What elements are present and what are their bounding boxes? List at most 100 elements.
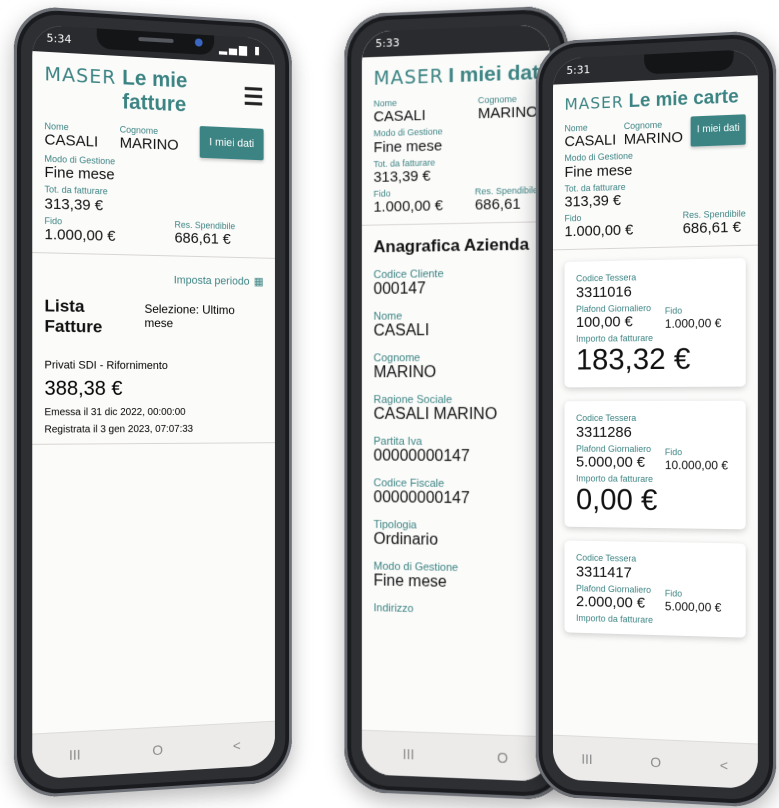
my-data-button[interactable]: I miei dati bbox=[199, 125, 264, 161]
anagrafica-item: Modo di Gestione Fine mese bbox=[374, 561, 538, 594]
anagrafica-item: Indirizzo bbox=[374, 603, 538, 619]
speaker bbox=[138, 36, 174, 44]
field-label: Partita Iva bbox=[373, 436, 422, 449]
anagrafica-item: Cognome MARINO bbox=[374, 352, 538, 383]
back-icon[interactable]: < bbox=[720, 757, 728, 774]
phone-invoices: 5:34 ▂▄▆ ▮ MASER Le mie fatture ☰ Nome C… bbox=[13, 4, 292, 800]
fido-value: 1.000,00 € bbox=[373, 197, 444, 217]
android-nav-bar: III O bbox=[361, 729, 551, 782]
cognome-value: MARINO bbox=[477, 103, 538, 123]
field-value: CASALI MARINO bbox=[373, 406, 498, 424]
fido-value: 5.000,00 € bbox=[664, 599, 722, 615]
anagrafica-title: Anagrafica Azienda bbox=[373, 235, 530, 257]
field-label: Ragione Sociale bbox=[373, 394, 453, 407]
field-value: MARINO bbox=[373, 364, 437, 382]
importo-label: Importo da fatturare bbox=[576, 613, 654, 626]
field-value: 000147 bbox=[373, 280, 426, 299]
anagrafica-item: Ragione Sociale CASALI MARINO bbox=[374, 394, 538, 424]
res-value: 686,61 € bbox=[174, 229, 231, 248]
field-value: 00000000147 bbox=[373, 447, 470, 466]
res-value: 686,61 bbox=[474, 195, 521, 214]
cards-content: MASER Le mie carte Nome CASALI Cognome M… bbox=[552, 75, 758, 744]
brand-logo: MASER bbox=[564, 92, 624, 114]
invoices-content: MASER Le mie fatture ☰ Nome CASALI Cogno… bbox=[32, 51, 275, 735]
invoice-amount: 388,38 € bbox=[44, 377, 123, 401]
recent-apps-icon[interactable]: III bbox=[403, 746, 414, 762]
page-title: Le mie fatture bbox=[122, 66, 188, 117]
nome-value: CASALI bbox=[373, 107, 426, 126]
home-icon[interactable]: O bbox=[650, 754, 661, 771]
fuel-card[interactable]: Codice Tessera 3311286 Plafond Giornalie… bbox=[564, 401, 746, 530]
anagrafica-list: Codice Cliente 000147 Nome CASALI Cognom… bbox=[374, 267, 538, 618]
selezione-text: Selezione: Ultimo mese bbox=[144, 301, 235, 331]
fuel-card[interactable]: Codice Tessera 3311417 Plafond Giornalie… bbox=[564, 540, 746, 639]
home-icon[interactable]: O bbox=[152, 742, 163, 759]
plafond-value: 2.000,00 € bbox=[576, 593, 646, 612]
field-label: Cognome bbox=[373, 352, 421, 365]
anagrafica-item: Tipologia Ordinario bbox=[374, 519, 538, 551]
plafond-value: 100,00 € bbox=[576, 313, 633, 332]
divider bbox=[32, 252, 275, 259]
res-value: 686,61 € bbox=[682, 219, 742, 238]
brand-logo: MASER bbox=[44, 62, 117, 89]
importo-value: 183,32 € bbox=[576, 343, 691, 377]
calendar-icon[interactable]: ▦ bbox=[254, 276, 264, 288]
phone-my-cards: 5:31 MASER Le mie carte Nome CASALI Cogn… bbox=[535, 29, 777, 808]
fido-value: 1.000,00 € bbox=[44, 225, 116, 245]
back-icon[interactable]: < bbox=[233, 737, 241, 753]
field-value: 00000000147 bbox=[373, 489, 470, 508]
android-nav-bar: III O < bbox=[552, 734, 758, 790]
plafond-label: Plafond Giornaliero bbox=[576, 443, 652, 454]
status-time: 5:33 bbox=[375, 36, 400, 51]
fido-label: Fido bbox=[664, 447, 683, 458]
codice-value: 3311286 bbox=[576, 423, 632, 441]
plafond-value: 5.000,00 € bbox=[576, 453, 646, 472]
codice-label: Codice Tessera bbox=[576, 413, 637, 424]
recent-apps-icon[interactable]: III bbox=[581, 751, 592, 767]
recent-apps-icon[interactable]: III bbox=[69, 746, 81, 763]
fuel-card[interactable]: Codice Tessera 3311016 Plafond Giornalie… bbox=[564, 258, 746, 388]
phone-my-data: 5:33 MASER I miei dati Nome CASALI Cogno… bbox=[344, 5, 569, 801]
fido-value: 1.000,00 € bbox=[664, 315, 722, 331]
invoice-type: Privati SDI - Rifornimento bbox=[44, 359, 168, 373]
my-data-content: MASER I miei dati Nome CASALI Cognome MA… bbox=[361, 50, 551, 737]
hamburger-menu-icon[interactable]: ☰ bbox=[243, 82, 263, 112]
page-title: Le mie carte bbox=[628, 86, 739, 113]
modo-value: Fine mese bbox=[373, 137, 443, 156]
anagrafica-item: Codice Cliente 000147 bbox=[374, 267, 538, 299]
cognome-value: MARINO bbox=[119, 134, 179, 155]
home-icon[interactable]: O bbox=[497, 750, 508, 766]
importo-value: 0,00 € bbox=[576, 483, 658, 518]
field-value: Ordinario bbox=[373, 531, 439, 550]
signal-battery-icon: ▂▄▆ ▮ bbox=[218, 41, 262, 58]
my-data-button[interactable]: I miei dati bbox=[690, 114, 746, 147]
status-time: 5:34 bbox=[46, 31, 72, 47]
page-title: I miei dati bbox=[448, 60, 545, 88]
divider bbox=[361, 221, 551, 227]
screen: 5:33 MASER I miei dati Nome CASALI Cogno… bbox=[361, 24, 551, 782]
fido-label: Fido bbox=[664, 305, 683, 317]
field-value: CASALI bbox=[373, 322, 430, 340]
res-label: Res. Spendibile bbox=[474, 185, 538, 197]
cognome-value: MARINO bbox=[623, 129, 683, 149]
status-time: 5:31 bbox=[566, 63, 591, 78]
nome-value: CASALI bbox=[44, 131, 99, 151]
fido-value: 10.000,00 € bbox=[664, 457, 729, 473]
imposta-periodo-link[interactable]: Imposta periodo bbox=[174, 274, 250, 287]
divider bbox=[32, 442, 275, 445]
screen: 5:34 ▂▄▆ ▮ MASER Le mie fatture ☰ Nome C… bbox=[32, 24, 275, 780]
nome-value: CASALI bbox=[564, 131, 617, 151]
anagrafica-item: Partita Iva 00000000147 bbox=[374, 436, 538, 467]
anagrafica-item: Nome CASALI bbox=[374, 310, 538, 341]
field-label: Indirizzo bbox=[373, 602, 414, 616]
fido-value: 1.000,00 € bbox=[564, 221, 634, 241]
screen: 5:31 MASER Le mie carte Nome CASALI Cogn… bbox=[552, 48, 758, 790]
plafond-label: Plafond Giornaliero bbox=[576, 302, 652, 314]
invoice-registrata: Registrata il 3 gen 2023, 07:07:33 bbox=[44, 423, 194, 436]
anagrafica-item: Codice Fiscale 00000000147 bbox=[374, 478, 538, 510]
lista-fatture-title: Lista Fatture bbox=[44, 296, 103, 337]
brand-logo: MASER bbox=[373, 65, 444, 90]
notch bbox=[644, 48, 734, 75]
divider bbox=[552, 244, 758, 251]
invoice-item[interactable]: Privati SDI - Rifornimento 388,38 € Emes… bbox=[44, 359, 263, 435]
